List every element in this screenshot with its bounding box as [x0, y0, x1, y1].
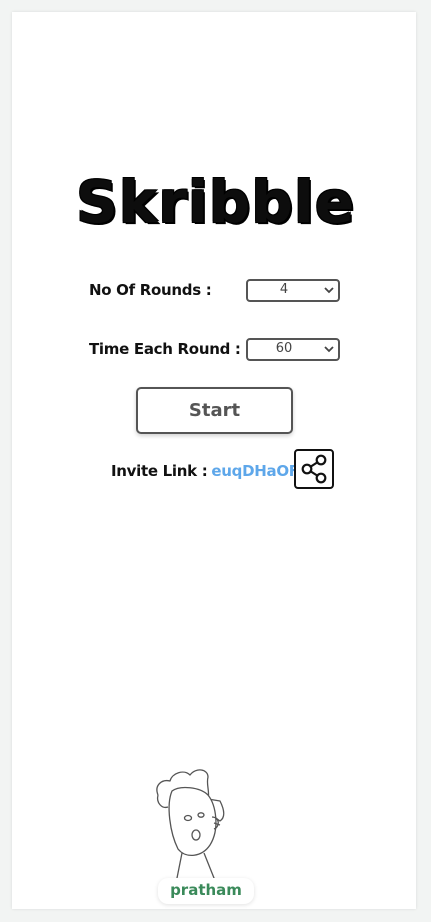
- time-select-value: 60: [275, 341, 293, 356]
- time-label: Time Each Round :: [89, 340, 241, 358]
- rounds-select[interactable]: 4: [246, 279, 340, 302]
- start-button[interactable]: Start: [136, 387, 293, 434]
- invite-link: Invite Link : euqDHaOF: [111, 462, 299, 480]
- app-title: Skribble: [75, 168, 356, 236]
- player-name-badge: pratham: [158, 878, 254, 904]
- rounds-select-value: 4: [279, 282, 289, 297]
- chevron-down-icon: [324, 346, 334, 353]
- invite-label: Invite Link :: [111, 462, 208, 480]
- share-button[interactable]: [294, 449, 334, 489]
- player-avatar: [156, 769, 225, 883]
- share-icon: [301, 454, 327, 484]
- rounds-label: No Of Rounds :: [89, 281, 212, 299]
- chevron-down-icon: [324, 287, 334, 294]
- invite-code[interactable]: euqDHaOF: [211, 462, 299, 480]
- time-select[interactable]: 60: [246, 338, 340, 361]
